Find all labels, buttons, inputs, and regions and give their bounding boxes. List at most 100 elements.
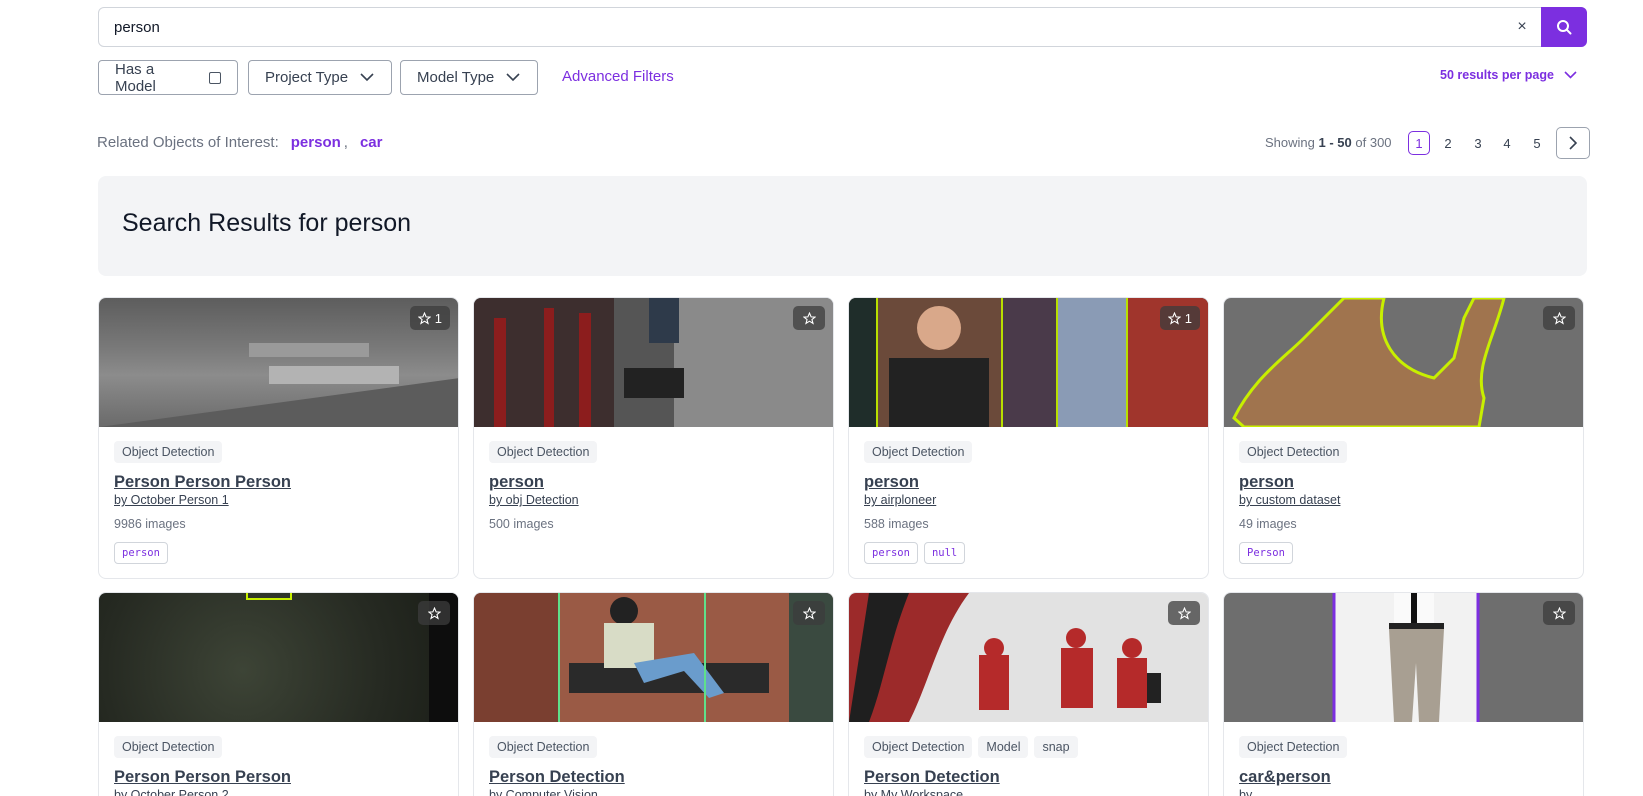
project-type-label: Project Type [265,69,349,86]
star-button[interactable]: 1 [1159,306,1200,330]
has-model-filter[interactable]: Has a Model [98,60,238,95]
project-thumbnail [1224,298,1583,427]
clear-search-button[interactable]: × [1503,8,1541,46]
next-page-button[interactable] [1556,127,1590,159]
page-5-button[interactable]: 5 [1526,131,1548,155]
project-type-badge: Object Detection [864,736,973,758]
results-summary: Showing 1 - 50 of 300 [1265,135,1392,150]
page-3-button[interactable]: 3 [1467,131,1489,155]
image-count: 588 images [864,517,929,531]
star-count: 1 [1184,310,1192,326]
class-tag[interactable]: null [923,542,966,564]
search-icon [1557,20,1572,35]
page-1-button[interactable]: 1 [1408,131,1430,155]
star-icon [802,606,816,620]
star-icon [802,311,816,325]
image-count: 500 images [489,517,554,531]
project-card[interactable]: Object Detection Person Detection by Com… [473,592,834,796]
star-icon [1167,311,1181,325]
project-title-link[interactable]: Person Detection [489,768,818,787]
project-owner-link[interactable]: by October Person 2 [114,788,443,796]
project-title-link[interactable]: car&person [1239,768,1568,787]
project-owner-link[interactable]: by obj Detection [489,493,818,507]
star-icon [427,606,441,620]
showing-range: 1 - 50 [1318,135,1352,150]
project-title-link[interactable]: person [489,473,818,492]
star-icon [1552,606,1566,620]
page-2-button[interactable]: 2 [1437,131,1459,155]
star-icon [1177,606,1191,620]
star-button[interactable] [1543,306,1575,330]
star-button[interactable] [418,601,450,625]
project-title-link[interactable]: Person Detection [864,768,1193,787]
has-model-checkbox[interactable] [209,71,221,84]
project-thumbnail [849,593,1208,722]
star-icon [1552,311,1566,325]
model-type-label: Model Type [417,69,495,86]
project-title-link[interactable]: Person Person Person [114,768,443,787]
project-owner-link[interactable]: by Computer Vision [489,788,818,796]
related-objects: Related Objects of Interest: person , ca… [97,134,382,151]
page-title: Search Results for person [122,209,412,237]
project-owner-link[interactable]: by airploneer [864,493,1193,507]
star-icon [417,311,431,325]
project-owner-link[interactable]: by October Person 1 [114,493,443,507]
star-button[interactable] [793,306,825,330]
project-card[interactable]: Object Detection Model snap Person Detec… [848,592,1209,796]
project-thumbnail [474,298,833,427]
star-count: 1 [434,310,442,326]
star-button[interactable] [1543,601,1575,625]
project-owner-link[interactable]: by My Workspace [864,788,1193,796]
related-tag-car[interactable]: car [360,134,383,151]
project-type-badge: Object Detection [489,441,598,463]
project-card[interactable]: Object Detection person by custom datase… [1223,297,1584,579]
model-type-dropdown[interactable]: Model Type [400,60,538,95]
project-type-badge: Object Detection [114,441,223,463]
class-tag[interactable]: person [114,542,168,564]
advanced-filters-link[interactable]: Advanced Filters [562,68,674,85]
class-tag[interactable]: person [864,542,918,564]
project-thumbnail [99,593,458,722]
project-owner-link[interactable]: by [1239,788,1568,796]
star-button[interactable]: 1 [409,306,450,330]
chevron-down-icon [1564,71,1577,79]
search-button[interactable] [1541,7,1587,47]
page-4-button[interactable]: 4 [1496,131,1518,155]
project-owner-link[interactable]: by custom dataset [1239,493,1568,507]
project-type-dropdown[interactable]: Project Type [248,60,392,95]
thumbnail-image [1332,593,1480,722]
project-card[interactable]: 1 Object Detection Person Person Person … [98,297,459,579]
showing-total: 300 [1369,135,1392,150]
project-type-badge: Object Detection [1239,441,1348,463]
star-button[interactable] [793,601,825,625]
chevron-down-icon [506,73,520,82]
search-bar: × [98,7,1587,47]
project-type-badge: Object Detection [864,441,973,463]
project-title-link[interactable]: person [1239,473,1568,492]
project-card[interactable]: Object Detection person by obj Detection… [473,297,834,579]
thumbnail-image [849,298,1208,427]
thumbnail-image [246,593,458,722]
project-title-link[interactable]: person [864,473,1193,492]
model-badge: Model [978,736,1029,758]
project-card[interactable]: 1 Object Detection person by airploneer … [848,297,1209,579]
project-thumbnail [1224,593,1583,722]
thumbnail-image [99,343,458,427]
star-button[interactable] [1168,601,1200,625]
project-card[interactable]: Object Detection Person Person Person by… [98,592,459,796]
project-card[interactable]: Object Detection car&person by [1223,592,1584,796]
class-tag[interactable]: Person [1239,542,1293,564]
thumbnail-image [849,593,1161,722]
related-separator: , [343,134,348,151]
chevron-right-icon [1568,136,1577,150]
search-input[interactable] [99,8,1503,46]
results-heading-box: Search Results for person [98,176,1587,276]
project-title-link[interactable]: Person Person Person [114,473,443,492]
related-tag-person[interactable]: person [291,134,341,151]
project-type-badge: Object Detection [1239,736,1348,758]
project-type-badge: Object Detection [114,736,223,758]
related-objects-label: Related Objects of Interest: [97,134,279,151]
showing-of: of [1355,135,1367,150]
image-count: 49 images [1239,517,1297,531]
results-per-page-dropdown[interactable]: 50 results per page [1440,68,1577,82]
